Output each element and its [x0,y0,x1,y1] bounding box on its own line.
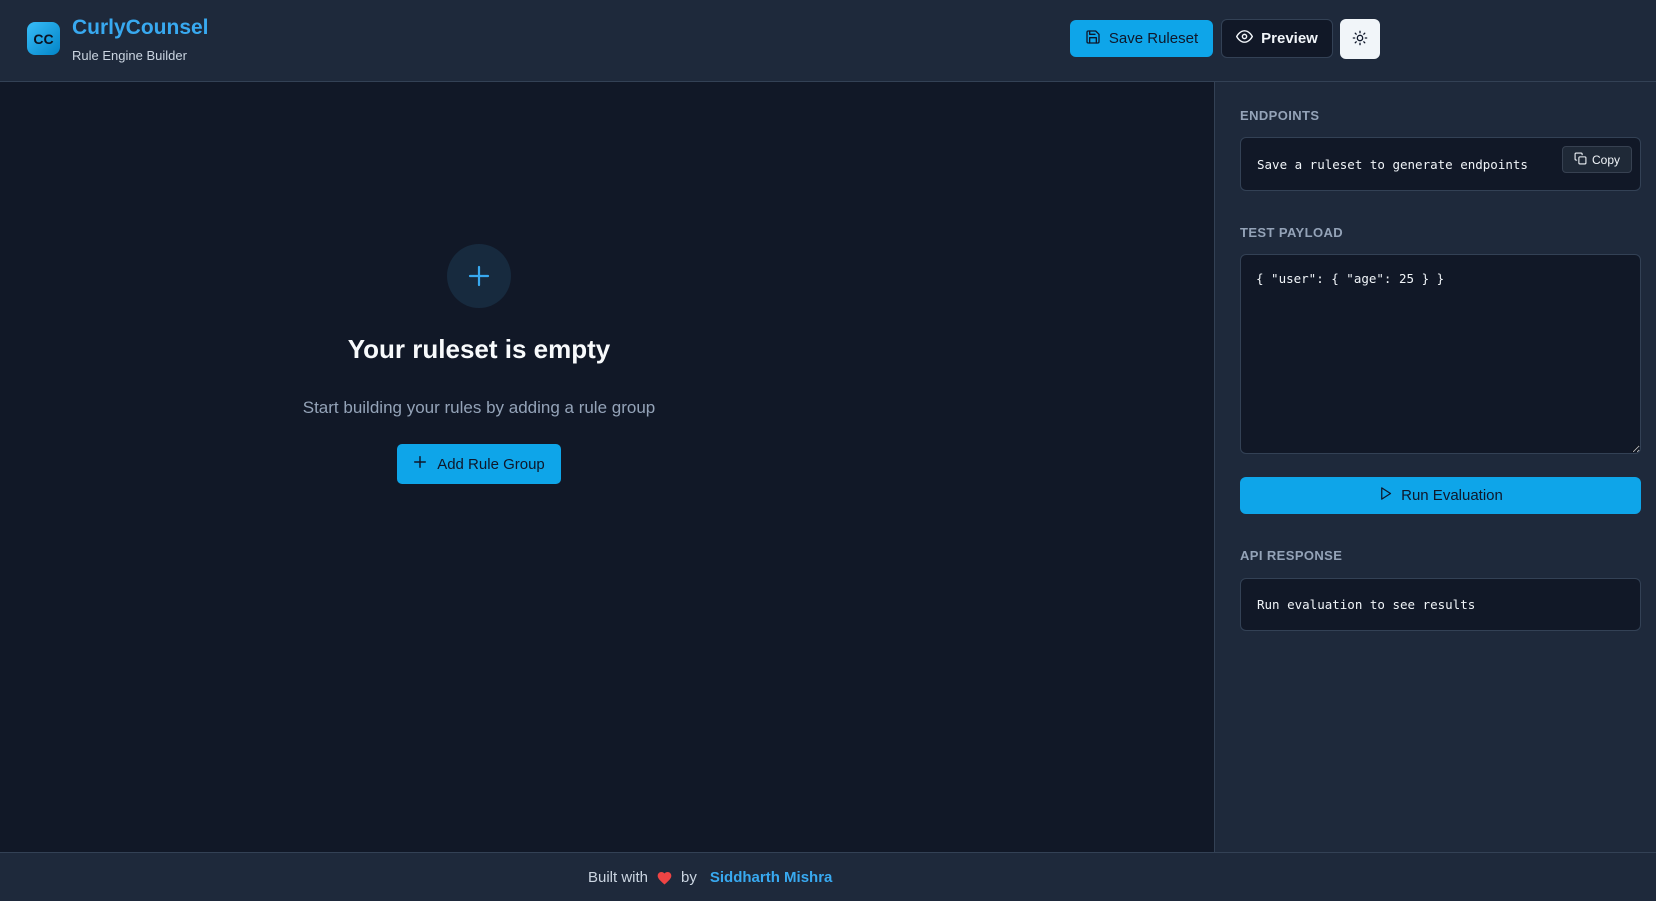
theme-toggle-button[interactable] [1340,19,1380,59]
by-text: by [681,869,697,886]
built-with-text: Built with [588,869,649,886]
empty-state-plus-icon [447,244,511,308]
endpoints-heading: ENDPOINTS [1240,108,1320,123]
endpoints-text: Save a ruleset to generate endpoints [1257,157,1528,172]
rules-canvas: Your ruleset is empty Start building you… [0,82,1214,852]
endpoints-box: Save a ruleset to generate endpoints Cop… [1240,137,1641,191]
add-rule-group-label: Add Rule Group [437,455,545,473]
api-response-text: Run evaluation to see results [1257,597,1476,612]
test-payload-input[interactable]: { "user": { "age": 25 } } [1240,254,1641,454]
sun-icon [1352,30,1368,49]
save-ruleset-button[interactable]: Save Ruleset [1070,20,1213,57]
sidebar-panel: ENDPOINTS Save a ruleset to generate end… [1214,82,1656,852]
copy-label: Copy [1591,152,1620,167]
empty-state-title: Your ruleset is empty [347,334,611,364]
copy-icon [1574,152,1587,168]
api-response-box: Run evaluation to see results [1240,578,1641,631]
heart-icon [656,870,673,885]
logo-badge: CC [27,22,60,55]
app-subtitle: Rule Engine Builder [72,48,187,63]
app-header: CC CurlyCounsel Rule Engine Builder Save… [0,0,1656,82]
run-evaluation-button[interactable]: Run Evaluation [1240,477,1641,514]
api-response-heading: API RESPONSE [1240,548,1343,563]
app-footer: Built with by Siddharth Mishra [0,852,1656,901]
copy-button[interactable]: Copy [1562,146,1632,173]
save-ruleset-label: Save Ruleset [1108,30,1199,47]
plus-icon [413,455,427,473]
empty-state-description: Start building your rules by adding a ru… [302,398,656,417]
footer-credit: Built with by Siddharth Mishra [588,853,832,901]
author-link[interactable]: Siddharth Mishra [710,869,833,886]
eye-icon [1236,28,1254,49]
run-evaluation-label: Run Evaluation [1401,487,1503,504]
app-title: CurlyCounsel [72,16,209,39]
test-payload-heading: TEST PAYLOAD [1240,225,1344,240]
add-rule-group-button[interactable]: Add Rule Group [397,444,561,484]
save-icon [1085,29,1101,49]
preview-label: Preview [1261,30,1318,47]
play-icon [1378,486,1393,505]
preview-button[interactable]: Preview [1221,19,1333,58]
